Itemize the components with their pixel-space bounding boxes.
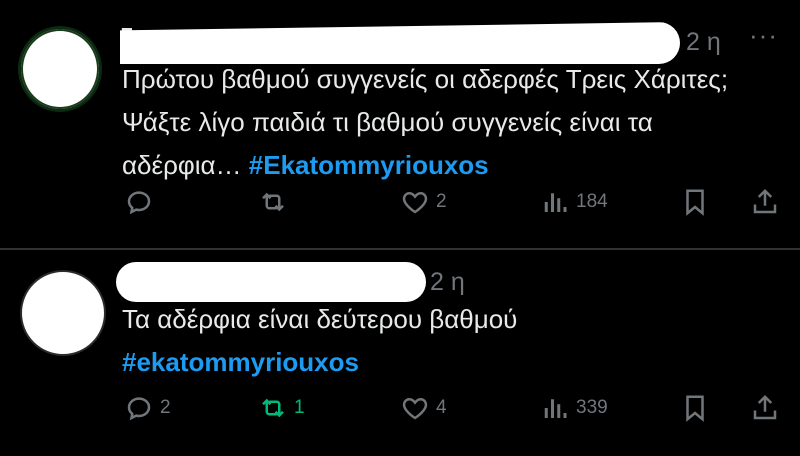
retweet-count: 1 [294,397,305,418]
more-options-icon[interactable]: ··· [749,20,778,51]
share-button[interactable] [750,187,780,217]
share-button[interactable] [750,393,780,423]
retweet-icon [262,192,284,212]
redacted-author-name [116,262,426,302]
like-count: 2 [436,191,447,212]
reply-button[interactable]: 2 [124,393,171,423]
tweet[interactable]: P 2 η ··· Πρώτου βαθμού συγγενείς οι αδε… [0,0,800,248]
tweet-text: Τα αδέρφια είναι δεύτερου βαθμού #ekatomm… [122,298,517,384]
tweet-body: Τα αδέρφια είναι δεύτερου βαθμού [122,304,518,334]
reply-icon [127,191,151,215]
bookmark-icon [686,395,704,422]
hashtag-link[interactable]: #ekatommyriouxos [122,347,359,377]
views-count: 184 [576,191,608,212]
heart-icon [402,191,428,214]
retweet-icon [262,398,284,418]
tweet-actions: 2 184 [0,187,800,227]
hashtag-link[interactable]: #Ekatommyriouxos [249,150,489,180]
reply-count: 2 [160,397,171,418]
tweet-actions: 2 1 4 339 [0,393,800,433]
bookmark-icon [686,189,704,216]
views-button[interactable]: 184 [540,187,608,217]
share-icon [753,188,777,214]
views-button[interactable]: 339 [540,393,608,423]
avatar[interactable] [18,26,102,112]
avatar[interactable] [20,270,106,356]
bookmark-button[interactable] [680,393,710,423]
like-button[interactable]: 4 [400,393,447,423]
like-button[interactable]: 2 [400,187,447,217]
views-icon [544,193,567,212]
tweet-text: Πρώτου βαθμού συγγενείς οι αδερφές Τρεις… [122,58,772,187]
heart-icon [402,397,428,420]
timestamp[interactable]: 2 η [686,28,721,57]
views-count: 339 [576,397,608,418]
retweet-button[interactable] [258,187,288,217]
retweet-button[interactable]: 1 [258,393,305,423]
timestamp[interactable]: 2 η [430,268,465,297]
like-count: 4 [436,397,447,418]
reply-icon [127,397,151,421]
bookmark-button[interactable] [680,187,710,217]
share-icon [753,394,777,420]
reply-button[interactable] [124,187,154,217]
views-icon [544,399,567,418]
